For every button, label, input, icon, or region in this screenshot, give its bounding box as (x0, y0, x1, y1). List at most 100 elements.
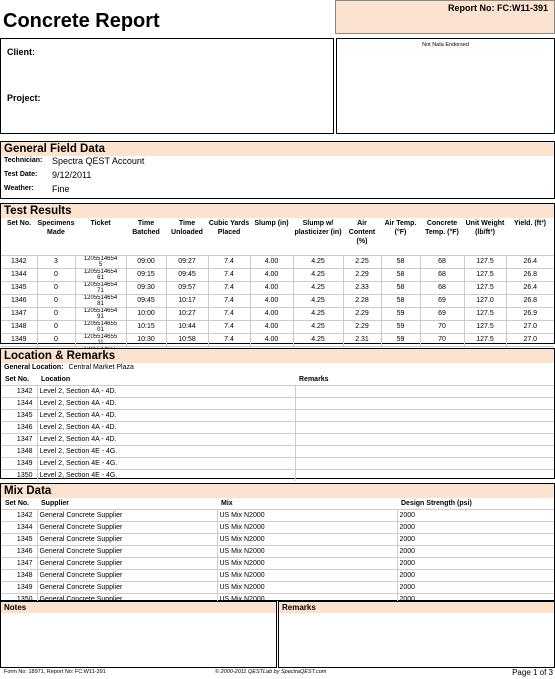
supplier: General Concrete Supplier (37, 508, 218, 521)
table-row: 1342 General Concrete Supplier US Mix N200… (1, 508, 554, 521)
general-location-label: General Location: (4, 364, 64, 371)
table-cell-unloaded: 09:57 (166, 280, 209, 294)
table-cell-ticket: 1205514655 11 (75, 332, 127, 346)
table-cell-yield: 27.0 (506, 319, 554, 333)
table-cell-unit_w: 127.5 (464, 332, 507, 346)
table-cell-batched: 10:00 (126, 306, 167, 320)
table-cell-set: 1348 (1, 319, 38, 333)
column-header: Design Strength (psi) (401, 499, 472, 507)
table-cell-slump: 4.00 (250, 267, 294, 281)
table-cell-air: 2.25 (343, 254, 382, 268)
table-row: 1347 General Concrete Supplier US Mix N200… (1, 556, 554, 569)
mix: US Mix N2000 (217, 520, 398, 533)
table-cell-air_t: 58 (381, 293, 421, 307)
report-number-box: Report No: FC:W11-391 (335, 0, 555, 34)
table-cell-yield: 26.4 (506, 254, 554, 268)
mix: US Mix N2000 (217, 532, 398, 545)
table-cell-slump: 4.00 (250, 319, 294, 333)
ticket-number: 1205514654 61 (83, 268, 118, 281)
table-cell-slump: 4.00 (250, 280, 294, 294)
table-cell-ticket: 1205514654 81 (75, 293, 127, 307)
set-number: 1342 (1, 508, 38, 521)
table-cell-air_t: 58 (381, 267, 421, 281)
set-number: 1348 (1, 444, 38, 457)
table-row: 1342 Level 2, Section 4A - 4D. (1, 384, 554, 397)
table-row: 1344 General Concrete Supplier US Mix N200… (1, 520, 554, 533)
table-cell-unit_w: 127.5 (464, 280, 507, 294)
column-header: Time Unloaded (171, 220, 203, 236)
table-cell-made: 0 (37, 267, 76, 281)
table-cell-unit_w: 127.5 (464, 254, 507, 268)
table-cell-air: 2.29 (343, 319, 382, 333)
table-cell-yards: 7.4 (208, 306, 251, 320)
table-row: 1349 0 1205514655 11 10:30 10:58 7.4 4.00 4.25 2.… (1, 332, 554, 346)
set-number: 1347 (1, 432, 38, 445)
supplier: General Concrete Supplier (37, 520, 218, 533)
technician-value: Spectra QEST Account (52, 156, 145, 166)
table-cell-set: 1349 (1, 332, 38, 346)
table-row: 1349 General Concrete Supplier US Mix N200… (1, 580, 554, 593)
set-number: 1344 (1, 520, 38, 533)
table-row: 1347 Level 2, Section 4A - 4D. (1, 432, 554, 445)
location: Level 2, Section 4E - 4G. (37, 468, 296, 481)
mix: US Mix N2000 (217, 544, 398, 557)
test-date-value: 9/12/2011 (52, 170, 92, 180)
table-cell-yield: 27.0 (506, 332, 554, 346)
general-location: General Location: Central Market Plaza (4, 364, 134, 371)
table-cell-slump_p: 4.25 (293, 293, 344, 307)
mix: US Mix N2000 (217, 508, 398, 521)
ticket-number: 1205514655 01 (83, 320, 118, 333)
table-cell-yards: 7.4 (208, 293, 251, 307)
test-results-section: Test Results Set No. Specimens Made Ticket… (0, 203, 555, 359)
table-row: 1350 Level 2, Section 4E - 4G. (1, 468, 554, 481)
set-number: 1342 (1, 384, 38, 397)
mix-table: Set No. Supplier Mix Design Strength (psi) … (1, 498, 554, 605)
set-number: 1349 (1, 456, 38, 469)
table-cell-air_t: 59 (381, 306, 421, 320)
table-row: 1347 0 1205514654 91 10:00 10:27 7.4 4.00 4.25 2.… (1, 306, 554, 320)
table-row: 1349 Level 2, Section 4E - 4G. (1, 456, 554, 469)
table-cell-air: 2.29 (343, 267, 382, 281)
column-header: Location (41, 375, 71, 383)
design-strength: 2000 (397, 544, 554, 557)
location-table: Set No. Location Remarks 1342 Level 2, Sect… (1, 374, 554, 481)
column-header: Set No. (5, 375, 30, 383)
table-cell-yards: 7.4 (208, 319, 251, 333)
section-heading: Mix Data (1, 484, 554, 498)
table-cell-unloaded: 09:45 (166, 267, 209, 281)
table-cell-yield: 26.9 (506, 306, 554, 320)
table-cell-unloaded: 10:58 (166, 332, 209, 346)
table-cell-unloaded: 09:27 (166, 254, 209, 268)
table-cell-unit_w: 127.0 (464, 293, 507, 307)
table-row: 1346 0 1205514654 81 09:45 10:17 7.4 4.00 4.25 2.… (1, 293, 554, 307)
report-title: Concrete Report (3, 10, 160, 32)
general-field-data-section: General Field Data Technician: Spectra Q… (0, 141, 555, 199)
table-row: 1348 General Concrete Supplier US Mix N200… (1, 568, 554, 581)
ticket-number: 1205514654 5 (83, 255, 118, 268)
set-number: 1345 (1, 532, 38, 545)
ticket-number: 1205514654 81 (83, 294, 118, 307)
supplier: General Concrete Supplier (37, 532, 218, 545)
table-cell-conc_t: 68 (420, 254, 465, 268)
footer-copyright: © 2000-2011 QESTLab by SpectraQEST.com (215, 669, 327, 675)
test-results-table: Set No. Specimens Made Ticket Time Batched T… (1, 219, 554, 359)
design-strength: 2000 (397, 532, 554, 545)
column-header: Ticket (90, 220, 111, 227)
ticket-number: 1205514654 91 (83, 307, 118, 320)
column-header: Time Batched (132, 220, 160, 236)
remarks (295, 444, 554, 457)
table-cell-ticket: 1205514655 01 (75, 319, 127, 333)
table-cell-set: 1346 (1, 293, 38, 307)
design-strength: 2000 (397, 568, 554, 581)
column-header: Concrete Temp. (°F) (425, 220, 459, 236)
section-heading: Location & Remarks (1, 349, 554, 363)
notes-heading: Notes (1, 602, 276, 613)
column-header: Remarks (299, 375, 329, 383)
column-header: Air Content (%) (348, 220, 376, 245)
table-cell-air: 2.33 (343, 280, 382, 294)
remarks (295, 420, 554, 433)
table-row: 1342 3 1205514654 5 09:00 09:27 7.4 4.00 4.25 2.2… (1, 254, 554, 268)
table-cell-air_t: 58 (381, 280, 421, 294)
section-heading: Test Results (1, 204, 554, 218)
table-cell-batched: 10:15 (126, 319, 167, 333)
